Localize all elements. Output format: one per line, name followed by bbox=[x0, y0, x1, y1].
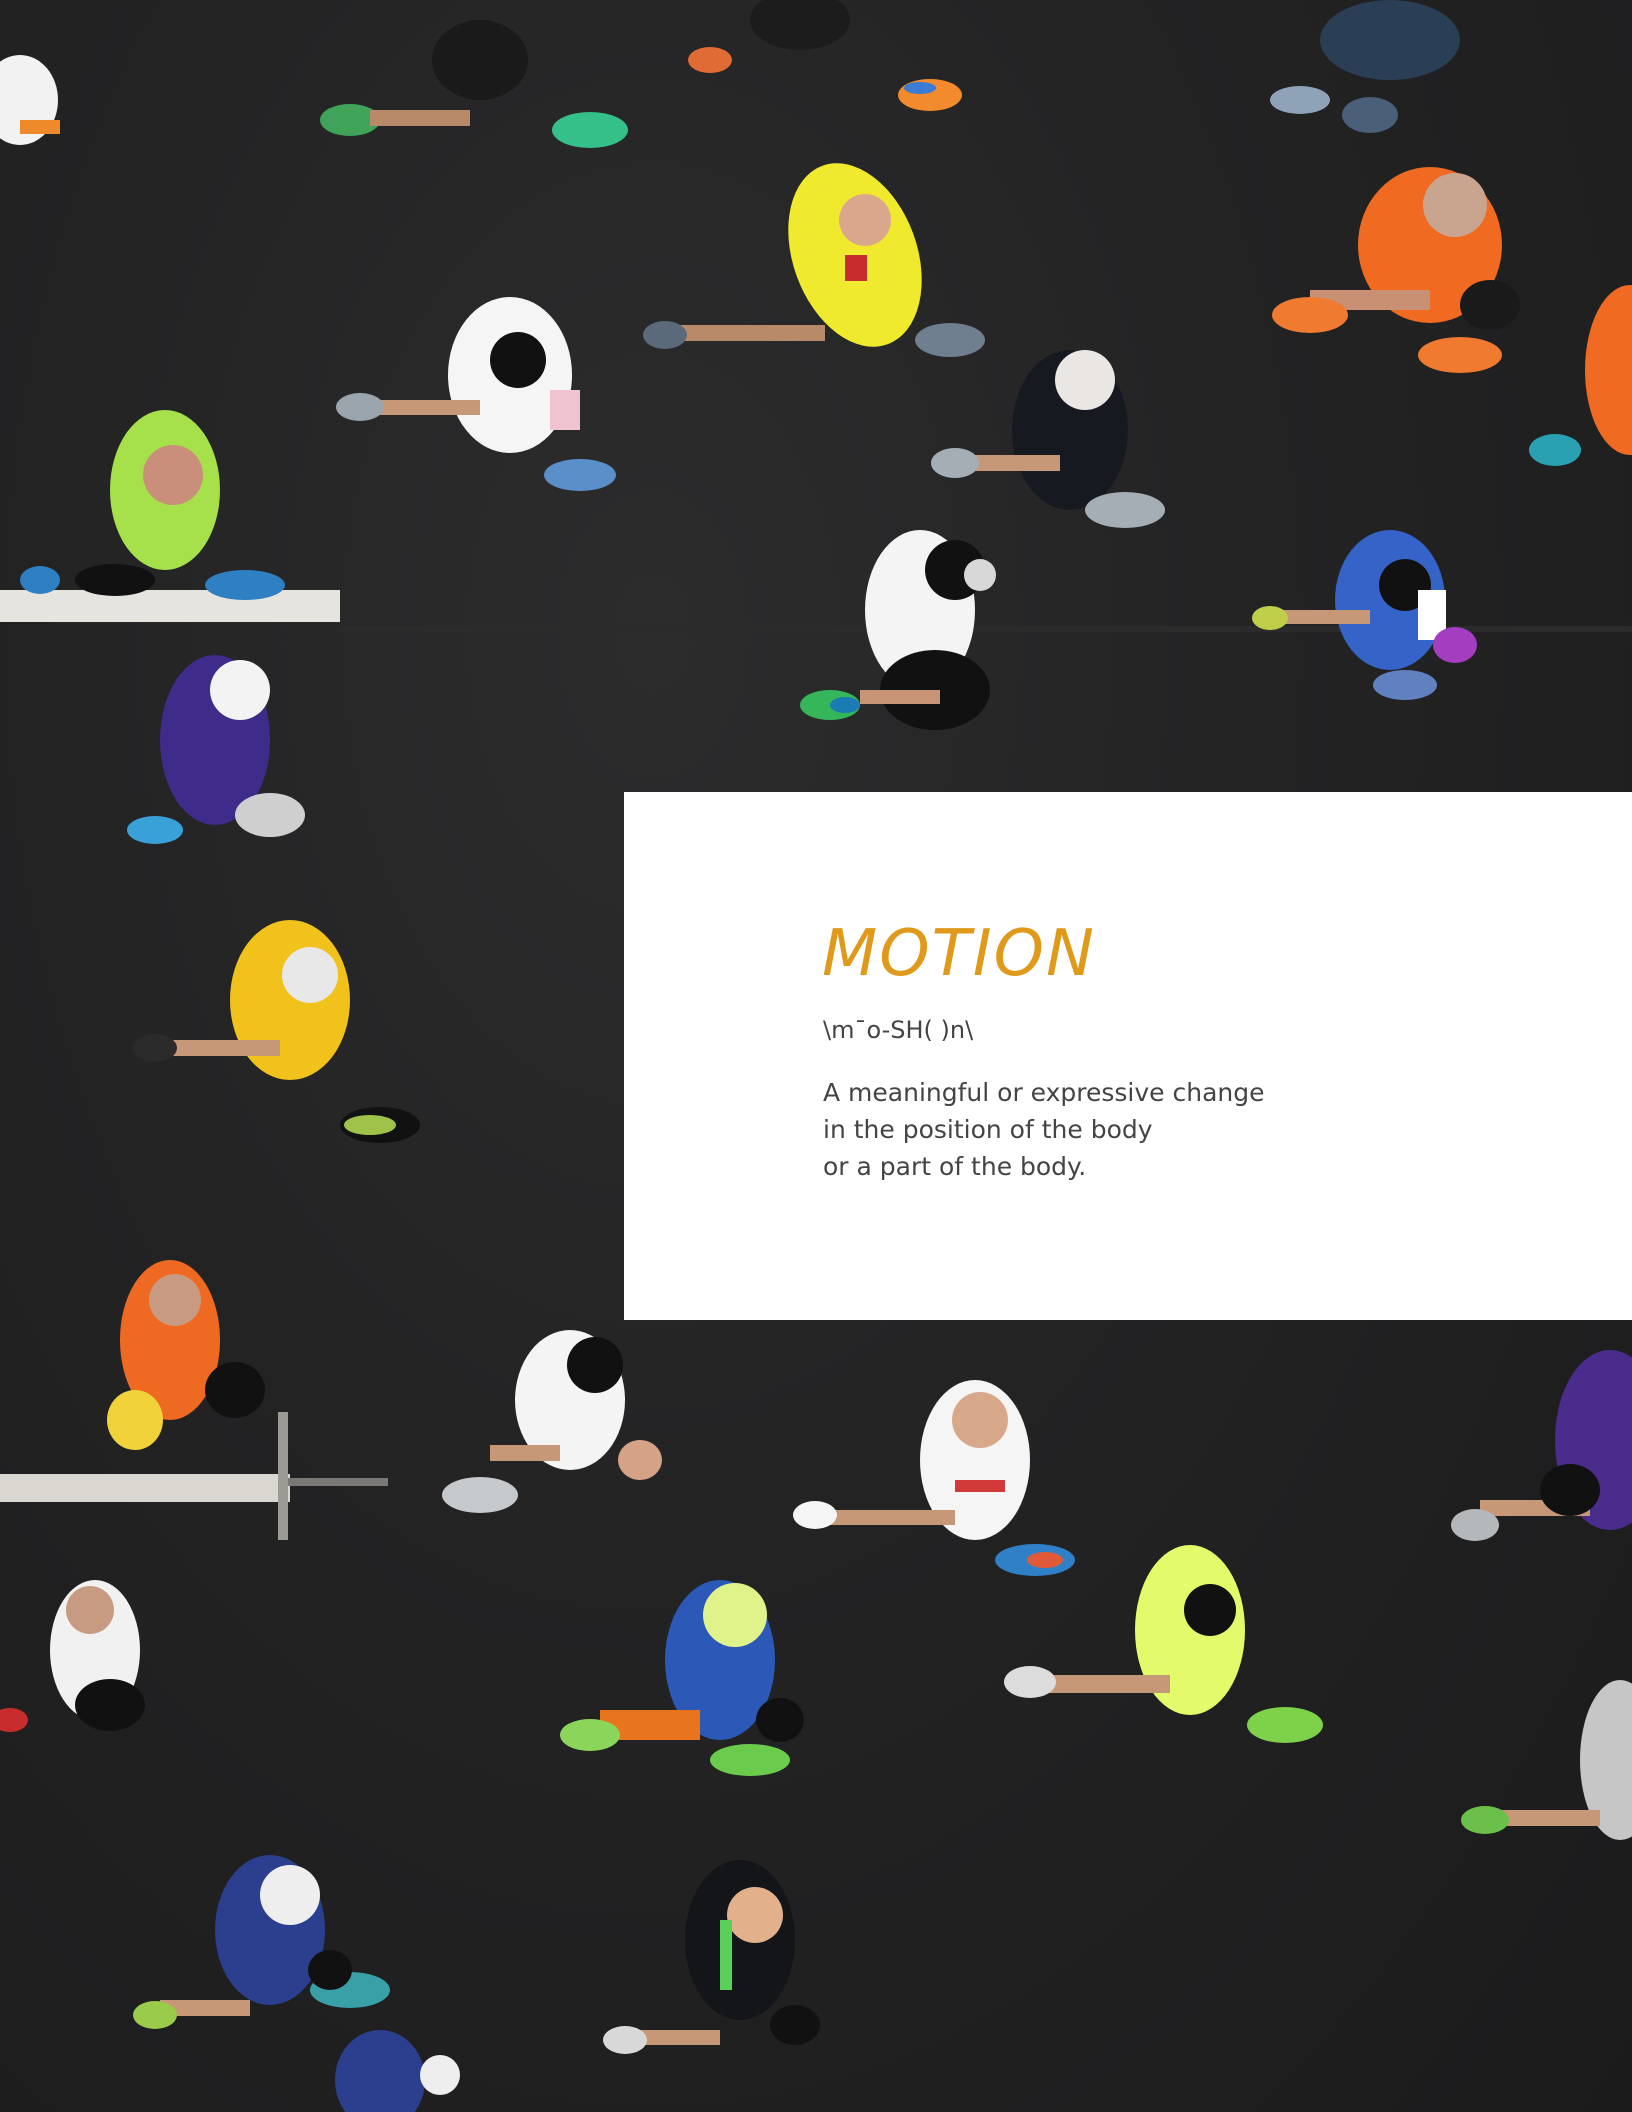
runner bbox=[1529, 285, 1632, 466]
runner bbox=[931, 350, 1165, 528]
runner bbox=[0, 55, 60, 145]
runner bbox=[335, 2030, 460, 2112]
runner bbox=[442, 1330, 662, 1513]
definition-line: in the position of the body bbox=[823, 1115, 1153, 1144]
definition-line: or a part of the body. bbox=[823, 1152, 1087, 1181]
runner bbox=[560, 1580, 804, 1776]
road-marking bbox=[0, 1474, 290, 1502]
page: MOTION \m¯o-SH( )n\ A meaningful or expr… bbox=[0, 0, 1632, 2112]
definition-text: A meaningful or expressive change in the… bbox=[823, 1074, 1265, 1185]
term-heading: MOTION bbox=[822, 917, 1096, 991]
runner bbox=[20, 410, 285, 600]
road-marking bbox=[278, 1412, 288, 1540]
runner bbox=[133, 1855, 390, 2029]
runner bbox=[793, 1380, 1075, 1576]
runner bbox=[1252, 530, 1477, 700]
runner bbox=[336, 297, 616, 491]
runner bbox=[107, 1260, 265, 1450]
runner bbox=[1461, 1680, 1632, 1840]
runner bbox=[0, 1580, 145, 1732]
runner bbox=[1272, 167, 1520, 373]
runner bbox=[688, 0, 962, 111]
definition-line: A meaningful or expressive change bbox=[823, 1078, 1265, 1107]
runner bbox=[1451, 1350, 1632, 1541]
runner bbox=[133, 920, 420, 1143]
pronunciation: \m¯o-SH( )n\ bbox=[823, 1016, 974, 1044]
runner bbox=[603, 1860, 820, 2054]
runner bbox=[1270, 0, 1460, 133]
runner bbox=[320, 20, 628, 148]
road-marking bbox=[288, 1478, 388, 1486]
runner bbox=[1004, 1545, 1323, 1743]
definition-card: MOTION \m¯o-SH( )n\ A meaningful or expr… bbox=[624, 792, 1632, 1320]
runner bbox=[643, 163, 985, 357]
runner bbox=[127, 655, 305, 844]
road-marking bbox=[0, 590, 340, 622]
